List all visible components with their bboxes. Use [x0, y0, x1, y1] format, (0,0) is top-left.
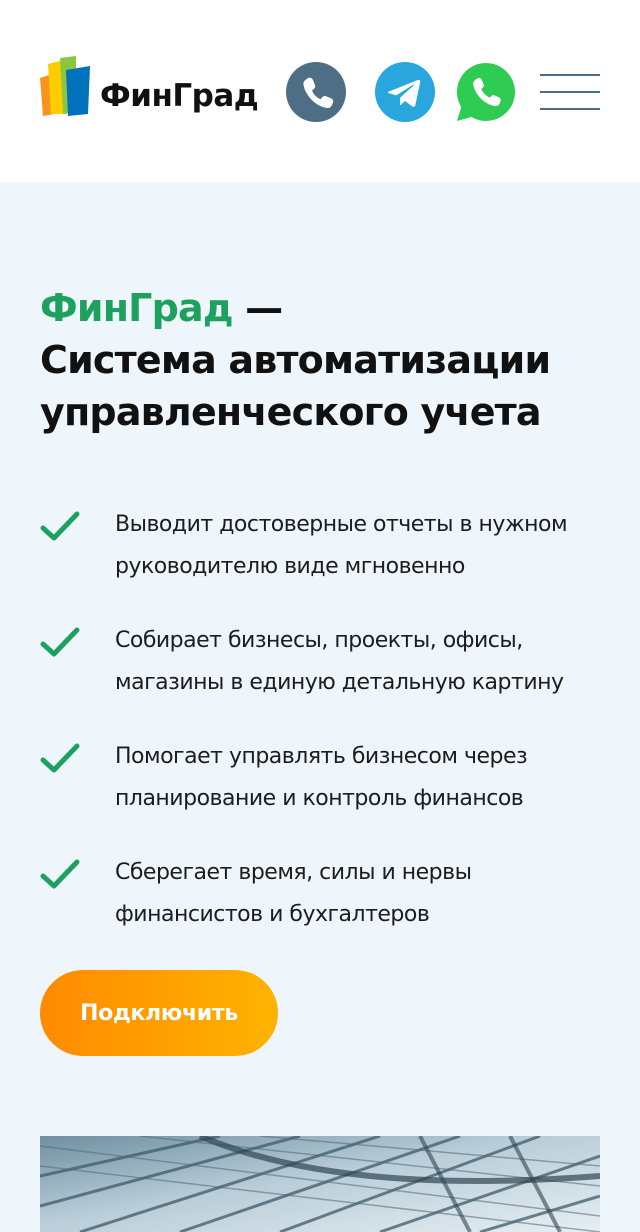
page-title: ФинГрад — Система автоматизации управленч…: [40, 282, 610, 438]
site-header: ФинГрад: [0, 0, 640, 182]
logo[interactable]: ФинГрад: [40, 56, 259, 118]
hamburger-line: [540, 91, 600, 93]
checkmark-icon: [40, 859, 80, 889]
feature-item: Выводит достоверные отчеты в нужном руко…: [40, 504, 600, 620]
whatsapp-button[interactable]: [455, 61, 517, 123]
logo-icon: [40, 56, 90, 116]
hamburger-menu-button[interactable]: [540, 72, 600, 112]
hero-photo: [40, 1136, 600, 1232]
feature-item: Помогает управлять бизнесом через планир…: [40, 736, 600, 852]
feature-item: Собирает бизнесы, проекты, офисы, магази…: [40, 620, 600, 736]
whatsapp-icon: [457, 63, 515, 121]
logo-text: ФинГрад: [100, 78, 259, 114]
hero-section: ФинГрад — Система автоматизации управленч…: [0, 182, 640, 1232]
feature-text: Помогает управлять бизнесом через планир…: [115, 744, 528, 811]
checkmark-icon: [40, 627, 80, 657]
phone-button[interactable]: [286, 62, 346, 122]
phone-icon: [303, 77, 334, 109]
feature-list: Выводит достоверные отчеты в нужном руко…: [40, 504, 600, 968]
feature-item: Сберегает время, силы и нервы финансисто…: [40, 852, 600, 968]
title-dash: —: [232, 286, 283, 330]
feature-text: Собирает бизнесы, проекты, офисы, магази…: [115, 628, 564, 695]
hamburger-line: [540, 108, 600, 110]
telegram-icon: [387, 79, 421, 107]
telegram-button[interactable]: [375, 62, 435, 122]
feature-text: Выводит достоверные отчеты в нужном руко…: [115, 512, 568, 579]
feature-text: Сберегает время, силы и нервы финансисто…: [115, 860, 472, 927]
title-brand: ФинГрад: [40, 286, 234, 330]
connect-button[interactable]: Подключить: [40, 970, 278, 1056]
hamburger-menu-icon: [540, 74, 600, 76]
checkmark-icon: [40, 743, 80, 773]
checkmark-icon: [40, 511, 80, 541]
title-rest: Система автоматизации управленческого уч…: [40, 338, 551, 434]
glass-roof-image: [40, 1136, 600, 1232]
